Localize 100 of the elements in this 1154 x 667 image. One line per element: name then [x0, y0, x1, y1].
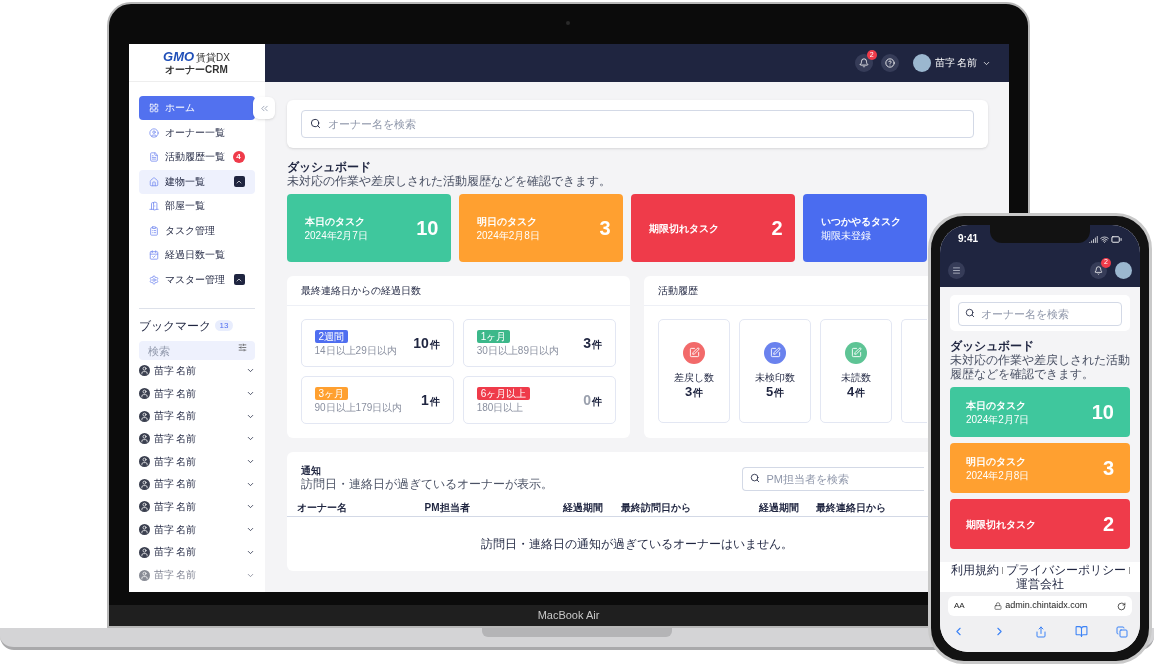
bookmark-item[interactable]: 苗字 名前 — [138, 382, 255, 405]
bookmark-name: 苗字 名前 — [153, 387, 198, 400]
user-menu[interactable]: 苗字 名前 — [912, 54, 991, 72]
period-range: 180日以上 — [476, 401, 524, 414]
count-value: 0件 — [583, 390, 602, 410]
search-icon — [965, 308, 975, 318]
activity-card[interactable]: 未検印数 5件 — [739, 319, 811, 423]
task-date: 2024年2月7日 — [304, 229, 368, 242]
url-text: admin.chintaidx.com — [1005, 599, 1088, 613]
lock-icon — [994, 602, 1003, 610]
task-count: 10 — [1091, 401, 1114, 423]
sidebar-item[interactable]: 建物一覧 — [138, 169, 255, 194]
bookmark-item[interactable]: 苗字 名前 — [138, 359, 255, 383]
bookmark-item[interactable]: 苗字 名前 — [138, 404, 255, 428]
sidebar-label: オーナー一覧 — [164, 126, 226, 139]
gear-icon — [148, 274, 159, 285]
sidebar-item[interactable]: 活動履歴一覧 4 — [138, 145, 255, 169]
person-silhouette-icon — [138, 524, 150, 536]
logo-product: 賃貸DX — [196, 52, 230, 64]
activity-card[interactable]: 差戻し数 3件 — [658, 319, 730, 423]
count-value: 5件 — [765, 383, 785, 401]
sidebar-label: 活動履歴一覧 — [164, 151, 226, 163]
task-title: 本日のタスク — [304, 214, 366, 228]
bookmark-item[interactable]: 苗字 名前 — [138, 450, 255, 473]
elapsed-card[interactable]: 2週間 14日以上29日以内 10件 — [300, 319, 454, 367]
status-time: 9:41 — [958, 233, 978, 245]
search-icon — [749, 472, 760, 483]
footer-link[interactable]: 利用規約 — [950, 563, 999, 577]
sidebar-item[interactable]: 部屋一覧 — [138, 194, 255, 218]
bookmark-item[interactable]: 苗字 名前 — [138, 541, 255, 564]
task-date: 期限未登録 — [820, 229, 872, 242]
bookmark-name: 苗字 名前 — [153, 546, 198, 559]
search-icon — [309, 118, 321, 129]
address-bar[interactable]: AA admin.chintaidx.com — [948, 596, 1132, 616]
bell-icon — [1094, 265, 1103, 275]
bookmark-item[interactable]: 苗字 名前 — [138, 518, 255, 541]
count-value: 3件 — [684, 383, 704, 401]
elapsed-card[interactable]: 6ヶ月以上 180日以上 0件 — [462, 376, 616, 424]
menu-button[interactable] — [948, 261, 965, 279]
activity-label: 未読数 — [841, 371, 871, 384]
panel-subtitle: 訪問日・連絡日が過ぎているオーナーが表示。 — [300, 477, 553, 491]
collapse-toggle[interactable] — [233, 274, 245, 285]
period-range: 30日以上89日以内 — [476, 344, 559, 357]
collapse-toggle[interactable] — [233, 176, 245, 187]
bookmarks-title: ブックマーク — [138, 318, 211, 333]
dashboard-subtitle: 未対応の作業や差戻しされた活動履歴などを確認できます。 — [286, 174, 612, 188]
bookmark-item[interactable]: 苗字 名前 — [138, 495, 255, 519]
task-card[interactable]: いつかやるタスク 期限未登録 — [802, 194, 927, 262]
reload-icon[interactable] — [1117, 601, 1126, 611]
period-tag: 2週間 — [314, 329, 349, 343]
elapsed-card[interactable]: 1ヶ月 30日以上89日以内 3件 — [462, 319, 616, 367]
footer-link[interactable]: 運営会社 — [1016, 577, 1064, 591]
door-icon — [148, 201, 159, 211]
task-card[interactable]: 期限切れタスク 2 — [950, 499, 1130, 549]
search-field[interactable]: オーナー名を検索 — [300, 110, 974, 138]
bookmark-item[interactable]: 苗字 名前 — [138, 563, 255, 587]
panel-title: 通知 — [300, 464, 322, 477]
activity-label: 差戻し数 — [674, 371, 714, 384]
task-count: 10 — [416, 217, 439, 239]
sidebar-item[interactable]: 経過日数一覧 — [138, 243, 255, 267]
task-date: 2024年2月8日 — [476, 229, 540, 242]
column-header: 最終訪問日から — [620, 501, 692, 514]
bookmark-name: 苗字 名前 — [153, 364, 198, 377]
period-tag: 6ヶ月以上 — [476, 386, 531, 400]
dashboard-subtitle: 未対応の作業や差戻しされた活動履歴などを確認できます。 — [950, 353, 1130, 381]
footer-link[interactable]: プライバシーポリシー — [1005, 563, 1126, 577]
share-icon[interactable] — [1034, 625, 1047, 638]
elapsed-card[interactable]: 3ヶ月 90日以上179日以内 1件 — [300, 376, 454, 424]
bookmark-name: 苗字 名前 — [153, 455, 198, 468]
task-card[interactable]: 期限切れタスク 2 — [630, 194, 795, 262]
pm-search-field[interactable]: PM担当者を検索 — [741, 466, 924, 491]
person-silhouette-icon — [138, 365, 150, 377]
avatar[interactable] — [1115, 261, 1132, 279]
sidebar-item[interactable]: オーナー一覧 — [138, 120, 255, 145]
activity-card[interactable]: 未読数 4件 — [820, 319, 892, 423]
text-size-button[interactable]: AA — [954, 600, 965, 612]
menu-icon — [952, 265, 961, 275]
filter-icon[interactable] — [237, 342, 247, 352]
logo-brand: GMO — [163, 50, 195, 64]
sidebar-item[interactable]: マスター管理 — [138, 267, 255, 292]
bookmark-name: 苗字 名前 — [153, 500, 198, 513]
help-button[interactable] — [880, 54, 899, 72]
bookmark-item[interactable]: 苗字 名前 — [138, 427, 255, 451]
bookmark-search-field[interactable]: 検索 — [138, 341, 255, 360]
task-date: 2024年2月7日 — [966, 413, 1030, 426]
person-silhouette-icon — [138, 410, 150, 422]
search-field[interactable]: オーナー名を検索 — [958, 302, 1122, 326]
logo[interactable]: GMO賃貸DX オーナーCRM — [128, 44, 265, 82]
count-value: 3件 — [583, 333, 602, 353]
bell-icon — [858, 58, 869, 68]
sidebar-label: 経過日数一覧 — [164, 249, 226, 261]
bookmark-item[interactable]: 苗字 名前 — [138, 472, 255, 496]
sidebar-label: 建物一覧 — [164, 175, 206, 188]
sidebar-item[interactable]: タスク管理 — [138, 218, 255, 243]
book-icon[interactable] — [1074, 625, 1088, 638]
person-silhouette-icon — [138, 478, 150, 490]
column-header: 経過期間 — [758, 501, 800, 514]
clipboard-icon — [148, 225, 159, 236]
sidebar-item[interactable]: ホーム — [138, 96, 255, 120]
task-title: 明日のタスク — [476, 214, 538, 228]
